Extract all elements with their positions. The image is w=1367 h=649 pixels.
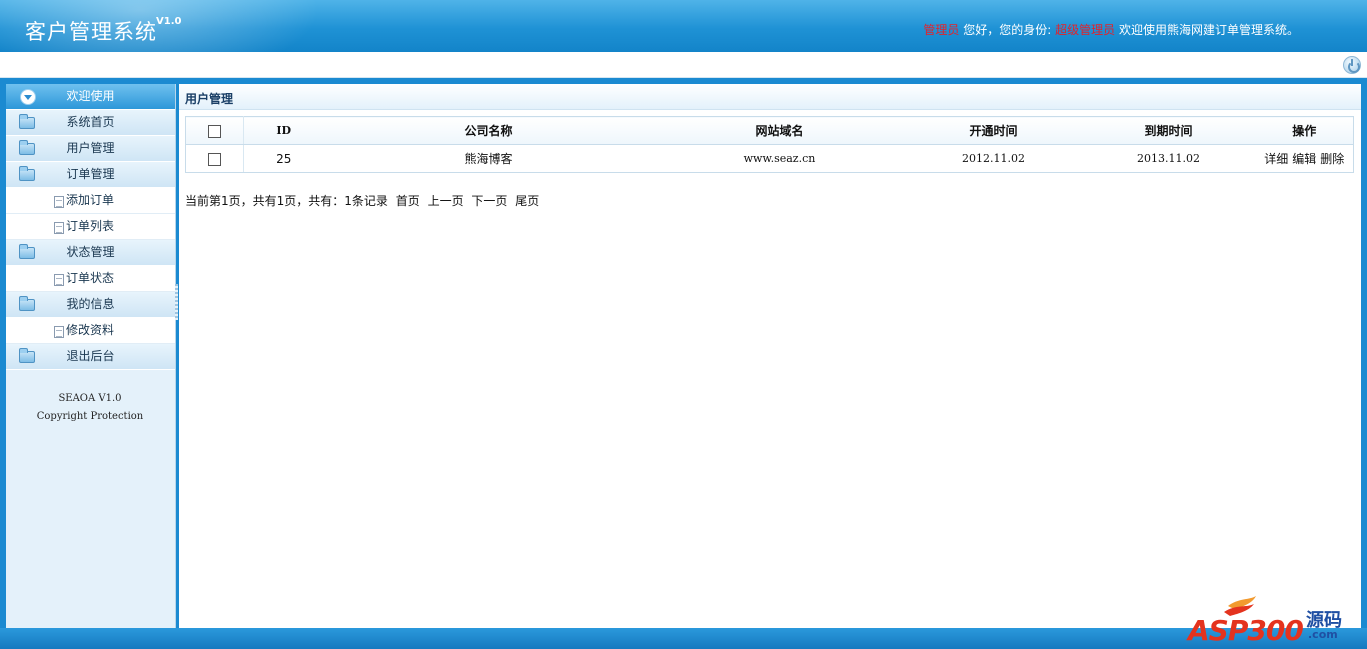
column-header-end: 到期时间	[1081, 116, 1256, 145]
welcome-text: 欢迎使用熊海网建订单管理系统。	[1118, 23, 1299, 37]
cell-company: 熊海博客	[323, 144, 654, 173]
sidebar-item-my-info[interactable]: 我的信息	[6, 292, 175, 318]
sidebar-item-label: 添加订单	[66, 193, 115, 207]
column-header-start: 开通时间	[905, 116, 1082, 145]
first-page-link[interactable]: 首页	[396, 194, 420, 208]
sidebar-item-label: 用户管理	[66, 141, 115, 155]
document-icon	[54, 222, 64, 234]
header-bar: 客户管理系统 V1.0 管理员 您好，您的身份: 超级管理员 欢迎使用熊海网建订…	[0, 0, 1367, 52]
sidebar-item-home[interactable]: 系统首页	[6, 110, 175, 136]
sidebar: 欢迎使用 系统首页 用户管理 订单管理 添加订单 订单列表 状态管理 订单状态 …	[6, 84, 176, 628]
sidebar-item-add-order[interactable]: 添加订单	[6, 188, 175, 214]
cell-start-date: 2012.11.02	[905, 144, 1082, 173]
greeting-text: 您好，您的身份:	[963, 23, 1052, 37]
toolbar	[0, 52, 1367, 78]
prev-page-link[interactable]: 上一页	[428, 194, 464, 208]
header-user-info: 管理员 您好，您的身份: 超级管理员 欢迎使用熊海网建订单管理系统。	[923, 21, 1299, 38]
main-title-bar: 用户管理	[179, 84, 1361, 110]
watermark-com: .com	[1308, 628, 1338, 641]
sidebar-item-label: 订单列表	[66, 219, 115, 233]
row-select-cell	[185, 144, 244, 173]
folder-icon	[19, 166, 35, 181]
folder-icon	[19, 140, 35, 155]
folder-icon	[19, 296, 35, 311]
identity-label: 超级管理员	[1055, 23, 1116, 37]
folder-icon	[19, 244, 35, 259]
sidebar-item-order-list[interactable]: 订单列表	[6, 214, 175, 240]
column-header-actions: 操作	[1255, 116, 1354, 145]
column-header-domain: 网站域名	[653, 116, 906, 145]
sidebar-item-users[interactable]: 用户管理	[6, 136, 175, 162]
next-page-link[interactable]: 下一页	[471, 194, 507, 208]
app-title: 客户管理系统	[25, 20, 157, 44]
document-icon	[54, 196, 64, 208]
sidebar-item-label: 修改资料	[66, 323, 115, 337]
main-panel: 用户管理 ID 公司名称 网站域名 开通时间 到期时间 操作 25 熊海博客 w…	[179, 84, 1361, 628]
users-table: ID 公司名称 网站域名 开通时间 到期时间 操作 25 熊海博客 www.se…	[185, 116, 1354, 173]
user-role-label: 管理员	[923, 23, 960, 37]
document-icon	[54, 274, 64, 286]
pagination: 当前第1页，共有1页，共有：1条记录 首页 上一页 下一页 尾页	[185, 192, 539, 209]
watermark-text: ASP300	[1188, 614, 1304, 647]
sidebar-item-order-status[interactable]: 订单状态	[6, 266, 175, 292]
cell-end-date: 2013.11.02	[1081, 144, 1256, 173]
watermark-logo: ASP300 源码 .com	[1184, 596, 1359, 647]
sidebar-item-label: 退出后台	[66, 349, 115, 363]
page-title: 用户管理	[185, 92, 234, 106]
sidebar-item-welcome[interactable]: 欢迎使用	[6, 84, 175, 110]
document-icon	[54, 326, 64, 338]
sidebar-item-orders[interactable]: 订单管理	[6, 162, 175, 188]
circle-down-icon	[20, 89, 36, 105]
column-header-company: 公司名称	[323, 116, 654, 145]
sidebar-item-label: 我的信息	[66, 297, 115, 311]
sidebar-item-label: 系统首页	[66, 115, 115, 129]
folder-icon	[19, 114, 35, 129]
last-page-link[interactable]: 尾页	[515, 194, 539, 208]
cell-id: 25	[243, 144, 324, 173]
sidebar-item-status[interactable]: 状态管理	[6, 240, 175, 266]
cell-actions: 详细 编辑 删除	[1255, 144, 1354, 173]
power-icon[interactable]	[1343, 56, 1361, 74]
sidebar-item-label: 订单管理	[66, 167, 115, 181]
sidebar-splitter-handle[interactable]	[175, 284, 178, 320]
pagination-summary: 当前第1页，共有1页，共有：1条记录	[185, 194, 388, 208]
row-checkbox[interactable]	[208, 152, 221, 166]
footer-version: SEAOA V1.0	[58, 393, 122, 404]
sidebar-item-logout[interactable]: 退出后台	[6, 344, 175, 370]
sidebar-item-label: 订单状态	[66, 271, 115, 285]
bottom-bar	[0, 628, 1367, 649]
table-row: 25 熊海博客 www.seaz.cn 2012.11.02 2013.11.0…	[185, 144, 1354, 173]
delete-link[interactable]: 删除	[1320, 152, 1344, 166]
sidebar-item-label: 欢迎使用	[66, 89, 115, 103]
app-version: V1.0	[156, 16, 182, 27]
cell-domain: www.seaz.cn	[653, 144, 906, 173]
column-header-id: ID	[243, 116, 324, 145]
select-all-cell	[185, 116, 244, 145]
footer-copyright: Copyright Protection	[36, 411, 144, 422]
sidebar-item-label: 状态管理	[66, 245, 115, 259]
table-header-row: ID 公司名称 网站域名 开通时间 到期时间 操作	[185, 116, 1354, 145]
sidebar-item-edit-profile[interactable]: 修改资料	[6, 318, 175, 344]
detail-link[interactable]: 详细	[1264, 152, 1288, 166]
folder-icon	[19, 348, 35, 363]
sidebar-footer: SEAOA V1.0 Copyright Protection	[6, 390, 174, 426]
edit-link[interactable]: 编辑	[1292, 152, 1316, 166]
select-all-checkbox[interactable]	[208, 124, 221, 138]
